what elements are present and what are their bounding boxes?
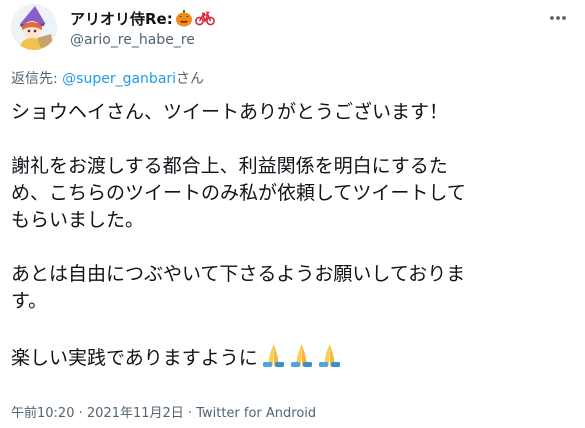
reply-to-line: 返信先: @super_ganbariさん xyxy=(11,68,204,88)
tweet-line: ショウヘイさん、ツイートありがとうございます！ xyxy=(11,101,449,123)
tweet-source[interactable]: Twitter for Android xyxy=(196,406,316,421)
tweet-line: す。 xyxy=(11,290,48,312)
jack-o-lantern-icon xyxy=(175,9,193,27)
emoji-row xyxy=(260,342,344,368)
reply-mention-link[interactable]: @super_ganbari xyxy=(62,71,176,87)
tweet-line: もらいました。 xyxy=(11,209,145,231)
folded-hands-icon xyxy=(262,344,284,367)
tweet-meta: 午前10:20 · 2021年11月2日 · Twitter for Andro… xyxy=(11,402,316,421)
more-options-button[interactable] xyxy=(545,5,571,31)
meta-separator: · xyxy=(183,406,197,421)
avatar[interactable] xyxy=(11,4,57,50)
ellipsis-icon xyxy=(550,16,566,20)
tweet-body: ショウヘイさん、ツイートありがとうございます！ 謝礼をお渡しする都合上、利益関係… xyxy=(11,99,576,372)
name-row: アリオリ侍Re: xyxy=(70,7,215,29)
tweet: アリオリ侍Re: @ario_re_habe_re 返信先: @super_ga… xyxy=(0,0,585,428)
handle[interactable]: @ario_re_habe_re xyxy=(70,32,195,48)
bicycle-icon xyxy=(194,9,215,27)
tweet-line: あとは自由につぶやいて下さるようお願いしておりま xyxy=(11,263,466,285)
display-name[interactable]: アリオリ侍Re: xyxy=(70,8,173,29)
folded-hands-icon xyxy=(290,344,312,367)
tweet-line: め、こちらのツイートのみ私が依頼してツイートして xyxy=(11,182,466,204)
meta-separator: · xyxy=(74,406,87,421)
tweet-line: 楽しい実践でありますように xyxy=(11,347,258,369)
folded-hands-icon xyxy=(318,344,340,367)
tweet-time[interactable]: 午前10:20 xyxy=(11,406,74,421)
reply-suffix: さん xyxy=(176,71,205,87)
tweet-line: 謝礼をお渡しする都合上、利益関係を明白にするた xyxy=(11,155,448,177)
avatar-illustration xyxy=(11,4,57,50)
reply-prefix: 返信先: xyxy=(11,71,63,87)
tweet-last-line: 楽しい実践でありますように xyxy=(11,342,576,372)
tweet-date[interactable]: 2021年11月2日 xyxy=(87,406,184,421)
